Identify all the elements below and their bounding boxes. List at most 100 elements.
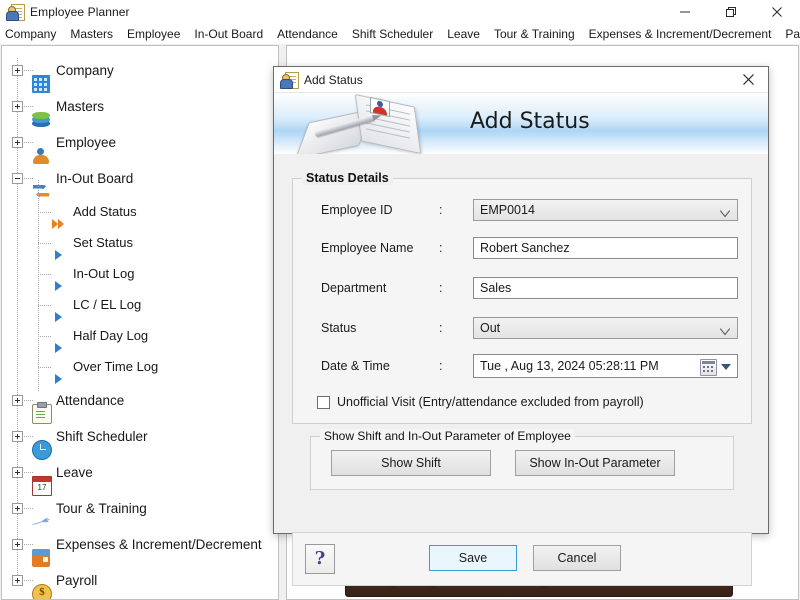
maximize-button[interactable]: [708, 0, 754, 24]
status-details-group: Status Details Employee ID : EMP0014 Emp…: [292, 171, 752, 424]
expander-plus-icon[interactable]: [12, 539, 23, 550]
tree-item-company[interactable]: Company: [2, 52, 278, 93]
save-button-label: Save: [458, 551, 488, 565]
expander-minus-icon[interactable]: [12, 173, 23, 184]
tree-connector: [24, 544, 34, 545]
tree-connector: [24, 580, 34, 581]
employee-id-label: Employee ID: [321, 203, 393, 217]
tree-item-expenses[interactable]: Expenses & Increment/Decrement: [2, 526, 278, 567]
navigation-tree-panel: Company Masters Employee In-Out Board Ad…: [1, 45, 279, 600]
tree-connector: [24, 472, 34, 473]
tree-item-set-status[interactable]: Set Status: [2, 227, 278, 260]
minimize-button[interactable]: [662, 0, 708, 24]
menu-item-expenses[interactable]: Expenses & Increment/Decrement: [582, 24, 779, 44]
coin-icon: [32, 583, 52, 599]
tree-item-label: Leave: [56, 464, 93, 480]
employee-name-input[interactable]: Robert Sanchez: [473, 237, 738, 259]
cancel-button[interactable]: Cancel: [533, 545, 621, 571]
tree-item-in-out-board[interactable]: In-Out Board: [2, 160, 278, 197]
tree-item-label: Masters: [56, 98, 105, 114]
tree-item-label: LC / EL Log: [73, 297, 142, 312]
menu-item-attendance[interactable]: Attendance: [270, 24, 345, 44]
menu-item-masters[interactable]: Masters: [63, 24, 120, 44]
tree-item-leave[interactable]: 17 Leave: [2, 454, 278, 496]
expander-plus-icon[interactable]: [12, 575, 23, 586]
field-status: Status : Out: [293, 317, 751, 339]
add-status-dialog: Add Status Add Status Status Details Emp…: [273, 66, 769, 586]
tree-connector: [24, 400, 34, 401]
tree-connector: [24, 106, 34, 107]
tree-item-shift-scheduler[interactable]: Shift Scheduler: [2, 418, 278, 460]
tree-item-label: Shift Scheduler: [56, 428, 148, 444]
tree-connector: [38, 273, 52, 275]
menu-item-tour-training[interactable]: Tour & Training: [487, 24, 582, 44]
tree-item-label: Attendance: [56, 392, 125, 408]
tree-item-in-out-log[interactable]: In-Out Log: [2, 258, 278, 291]
menu-item-leave[interactable]: Leave: [440, 24, 487, 44]
tree-item-lc-el-log[interactable]: LC / EL Log: [2, 289, 278, 322]
unofficial-visit-checkbox[interactable]: [317, 395, 330, 409]
close-button[interactable]: [754, 0, 800, 24]
department-input[interactable]: Sales: [473, 277, 738, 299]
expander-plus-icon[interactable]: [12, 101, 23, 112]
tree-connector: [38, 211, 52, 213]
tree-item-label: Expenses & Increment/Decrement: [56, 536, 262, 552]
menu-item-shift-scheduler[interactable]: Shift Scheduler: [345, 24, 440, 44]
tree-connector: [38, 304, 52, 306]
expander-plus-icon[interactable]: [12, 503, 23, 514]
menu-item-payroll[interactable]: Payroll: [778, 24, 800, 44]
expander-plus-icon[interactable]: [12, 395, 23, 406]
employee-name-label: Employee Name: [321, 241, 414, 255]
tree-connector: [24, 436, 34, 437]
tree-item-employee[interactable]: Employee: [2, 124, 278, 164]
date-time-picker[interactable]: Tue , Aug 13, 2024 05:28:11 PM: [473, 354, 738, 378]
tree-item-over-time-log[interactable]: Over Time Log: [2, 351, 278, 384]
tree-item-label: Payroll: [56, 572, 98, 588]
chevron-down-icon: [721, 207, 730, 213]
chevron-down-icon: [721, 325, 730, 331]
expander-plus-icon[interactable]: [12, 65, 23, 76]
dialog-close-button[interactable]: [728, 67, 768, 92]
window-title: Employee Planner: [30, 5, 130, 19]
show-shift-group: Show Shift and In-Out Parameter of Emplo…: [310, 429, 734, 490]
tree-connector: [24, 70, 34, 71]
tree-item-tour-training[interactable]: Tour & Training: [2, 490, 278, 526]
show-in-out-parameter-button[interactable]: Show In-Out Parameter: [515, 450, 675, 476]
field-department: Department : Sales: [293, 277, 751, 299]
open-book-with-pen-icon: [295, 93, 430, 154]
save-button[interactable]: Save: [429, 545, 517, 571]
tree-item-payroll[interactable]: Payroll: [2, 562, 278, 599]
menu-item-in-out-board[interactable]: In-Out Board: [187, 24, 270, 44]
employee-id-combo[interactable]: EMP0014: [473, 199, 738, 221]
window-controls: [662, 0, 800, 24]
unofficial-visit-checkbox-row[interactable]: Unofficial Visit (Entry/attendance exclu…: [317, 393, 644, 411]
tree-item-add-status[interactable]: Add Status: [2, 196, 278, 229]
menu-item-employee[interactable]: Employee: [120, 24, 187, 44]
tree-item-masters[interactable]: Masters: [2, 88, 278, 127]
status-combo[interactable]: Out: [473, 317, 738, 339]
show-shift-button[interactable]: Show Shift: [331, 450, 491, 476]
help-button[interactable]: ?: [305, 544, 335, 574]
expander-plus-icon[interactable]: [12, 137, 23, 148]
status-label: Status: [321, 321, 357, 335]
tree-item-label: Over Time Log: [73, 359, 159, 374]
dialog-header-title: Add Status: [470, 109, 590, 134]
field-date-time: Date & Time : Tue , Aug 13, 2024 05:28:1…: [293, 354, 751, 378]
menu-item-company[interactable]: Company: [0, 24, 63, 44]
tree-item-attendance[interactable]: Attendance: [2, 382, 278, 424]
main-menubar: Company Masters Employee In-Out Board At…: [0, 24, 800, 44]
tree-item-half-day-log[interactable]: Half Day Log: [2, 320, 278, 353]
calendar-icon[interactable]: [700, 359, 717, 376]
dialog-titlebar: Add Status: [274, 67, 768, 93]
expander-plus-icon[interactable]: [12, 431, 23, 442]
department-label: Department: [321, 281, 387, 295]
dialog-header-banner: Add Status: [274, 93, 768, 154]
tree-connector: [38, 366, 52, 368]
employee-name-colon: :: [439, 241, 443, 255]
tree-connector: [24, 178, 34, 179]
dialog-footer: ? Save Cancel: [292, 532, 752, 586]
field-employee-id: Employee ID : EMP0014: [293, 199, 751, 221]
expander-plus-icon[interactable]: [12, 467, 23, 478]
chevron-down-icon[interactable]: [721, 364, 731, 370]
employee-card-icon: [280, 71, 299, 89]
